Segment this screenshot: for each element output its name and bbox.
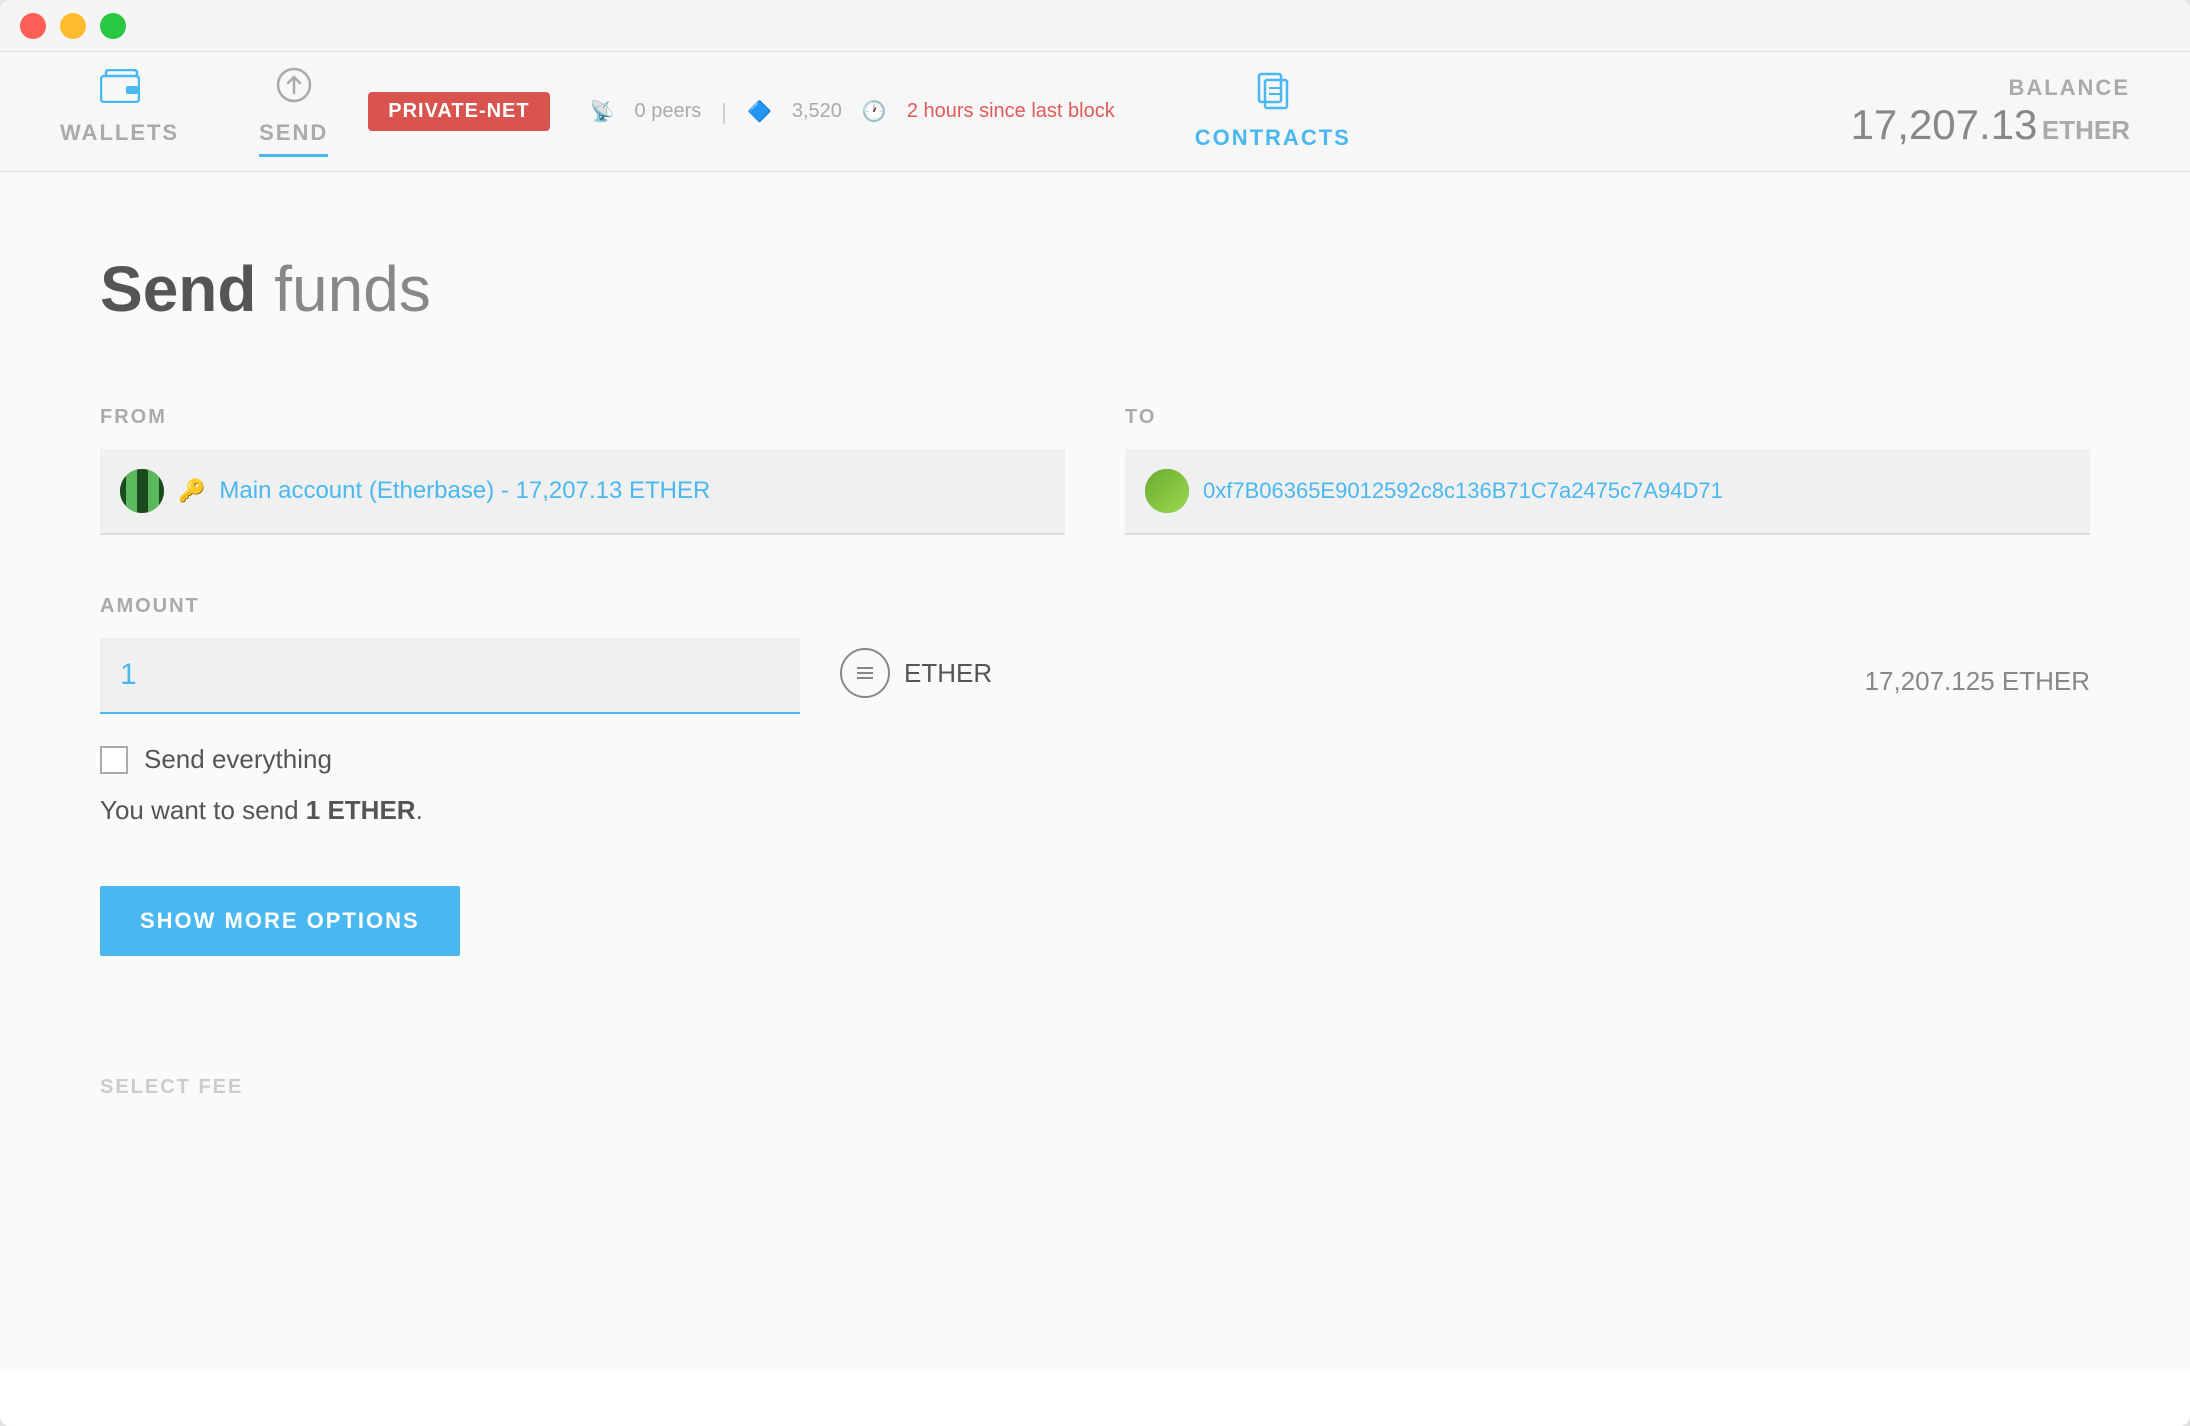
send-everything-row: Send everything <box>100 744 2090 775</box>
last-block: 2 hours since last block <box>907 100 1115 123</box>
wallets-icon <box>100 69 140 112</box>
balance-value: 17,207.13 ETHER <box>1851 101 2130 149</box>
key-icon: 🔑 <box>178 478 205 504</box>
from-to-row: FROM 🔑 Main account (Etherbase) - 17,207… <box>100 406 2090 535</box>
send-icon <box>276 67 312 112</box>
close-button[interactable] <box>20 13 46 39</box>
to-address-text: 0xf7B06365E9012592c8c136B71C7a2475c7A94D… <box>1203 478 1723 504</box>
send-summary-prefix: You want to send <box>100 795 306 825</box>
peers-icon: 📡 <box>590 99 615 124</box>
amount-label: AMOUNT <box>100 595 2090 618</box>
network-badge: PRIVATE-NET <box>368 92 549 131</box>
minimize-button[interactable] <box>60 13 86 39</box>
send-summary-bold: 1 ETHER <box>306 795 416 825</box>
app-window: WALLETS SEND PRIVATE-NET 📡 0 peers | 🔷 <box>0 0 2190 1426</box>
page-title: Send funds <box>100 252 2090 326</box>
contracts-label: CONTRACTS <box>1195 125 1351 151</box>
nav-items: WALLETS SEND <box>60 67 328 157</box>
send-summary: You want to send 1 ETHER. <box>100 795 2090 826</box>
balance-area: BALANCE 17,207.13 ETHER <box>1851 75 2130 149</box>
network-status: 📡 0 peers | 🔷 3,520 🕐 2 hours since last… <box>590 99 1115 125</box>
fullscreen-button[interactable] <box>100 13 126 39</box>
wallets-label: WALLETS <box>60 120 179 146</box>
clock-icon: 🕐 <box>862 99 887 124</box>
blocks-count: 3,520 <box>792 100 842 123</box>
page-title-rest: funds <box>256 253 430 325</box>
to-avatar <box>1145 469 1189 513</box>
page-title-bold: Send <box>100 253 256 325</box>
titlebar <box>0 0 2190 52</box>
amount-section: AMOUNT ETHER 17,207.125 ETHER <box>100 595 2090 826</box>
main-content: Send funds FROM 🔑 Main account (Etherbas… <box>0 172 2190 1372</box>
show-more-options-button[interactable]: SHOW MORE OPTIONS <box>100 886 460 956</box>
balance-currency: ETHER <box>2042 115 2130 145</box>
to-group: TO 0xf7B06365E9012592c8c136B71C7a2475c7A… <box>1125 406 2090 535</box>
from-label: FROM <box>100 406 1065 429</box>
navbar: WALLETS SEND PRIVATE-NET 📡 0 peers | 🔷 <box>0 52 2190 172</box>
amount-row: ETHER 17,207.125 ETHER <box>100 638 2090 714</box>
available-balance: 17,207.125 ETHER <box>1865 666 2090 697</box>
tab-contracts[interactable]: CONTRACTS <box>1195 72 1351 151</box>
currency-label: ETHER <box>904 658 992 689</box>
from-group: FROM 🔑 Main account (Etherbase) - 17,207… <box>100 406 1065 535</box>
to-address-selector[interactable]: 0xf7B06365E9012592c8c136B71C7a2475c7A94D… <box>1125 449 2090 535</box>
tab-wallets[interactable]: WALLETS <box>60 69 179 154</box>
balance-amount: 17,207.13 <box>1851 101 2038 148</box>
amount-input[interactable] <box>100 638 800 714</box>
tab-send[interactable]: SEND <box>259 67 328 157</box>
amount-input-wrapper <box>100 638 800 714</box>
blocks-icon: 🔷 <box>747 99 772 124</box>
to-label: TO <box>1125 406 2090 429</box>
send-everything-label: Send everything <box>144 744 332 775</box>
contracts-icon <box>1253 72 1293 117</box>
currency-selector[interactable]: ETHER <box>840 648 992 698</box>
traffic-lights <box>20 13 126 39</box>
from-avatar <box>120 469 164 513</box>
from-account-text: Main account (Etherbase) - 17,207.13 ETH… <box>219 477 710 505</box>
from-account-selector[interactable]: 🔑 Main account (Etherbase) - 17,207.13 E… <box>100 449 1065 535</box>
divider: | <box>721 99 727 125</box>
send-everything-checkbox[interactable] <box>100 746 128 774</box>
select-fee-heading: SELECT FEE <box>100 1076 2090 1099</box>
currency-icon <box>840 648 890 698</box>
send-summary-suffix: . <box>416 795 423 825</box>
peers-count: 0 peers <box>635 100 702 123</box>
send-label: SEND <box>259 120 328 146</box>
balance-label: BALANCE <box>1851 75 2130 101</box>
